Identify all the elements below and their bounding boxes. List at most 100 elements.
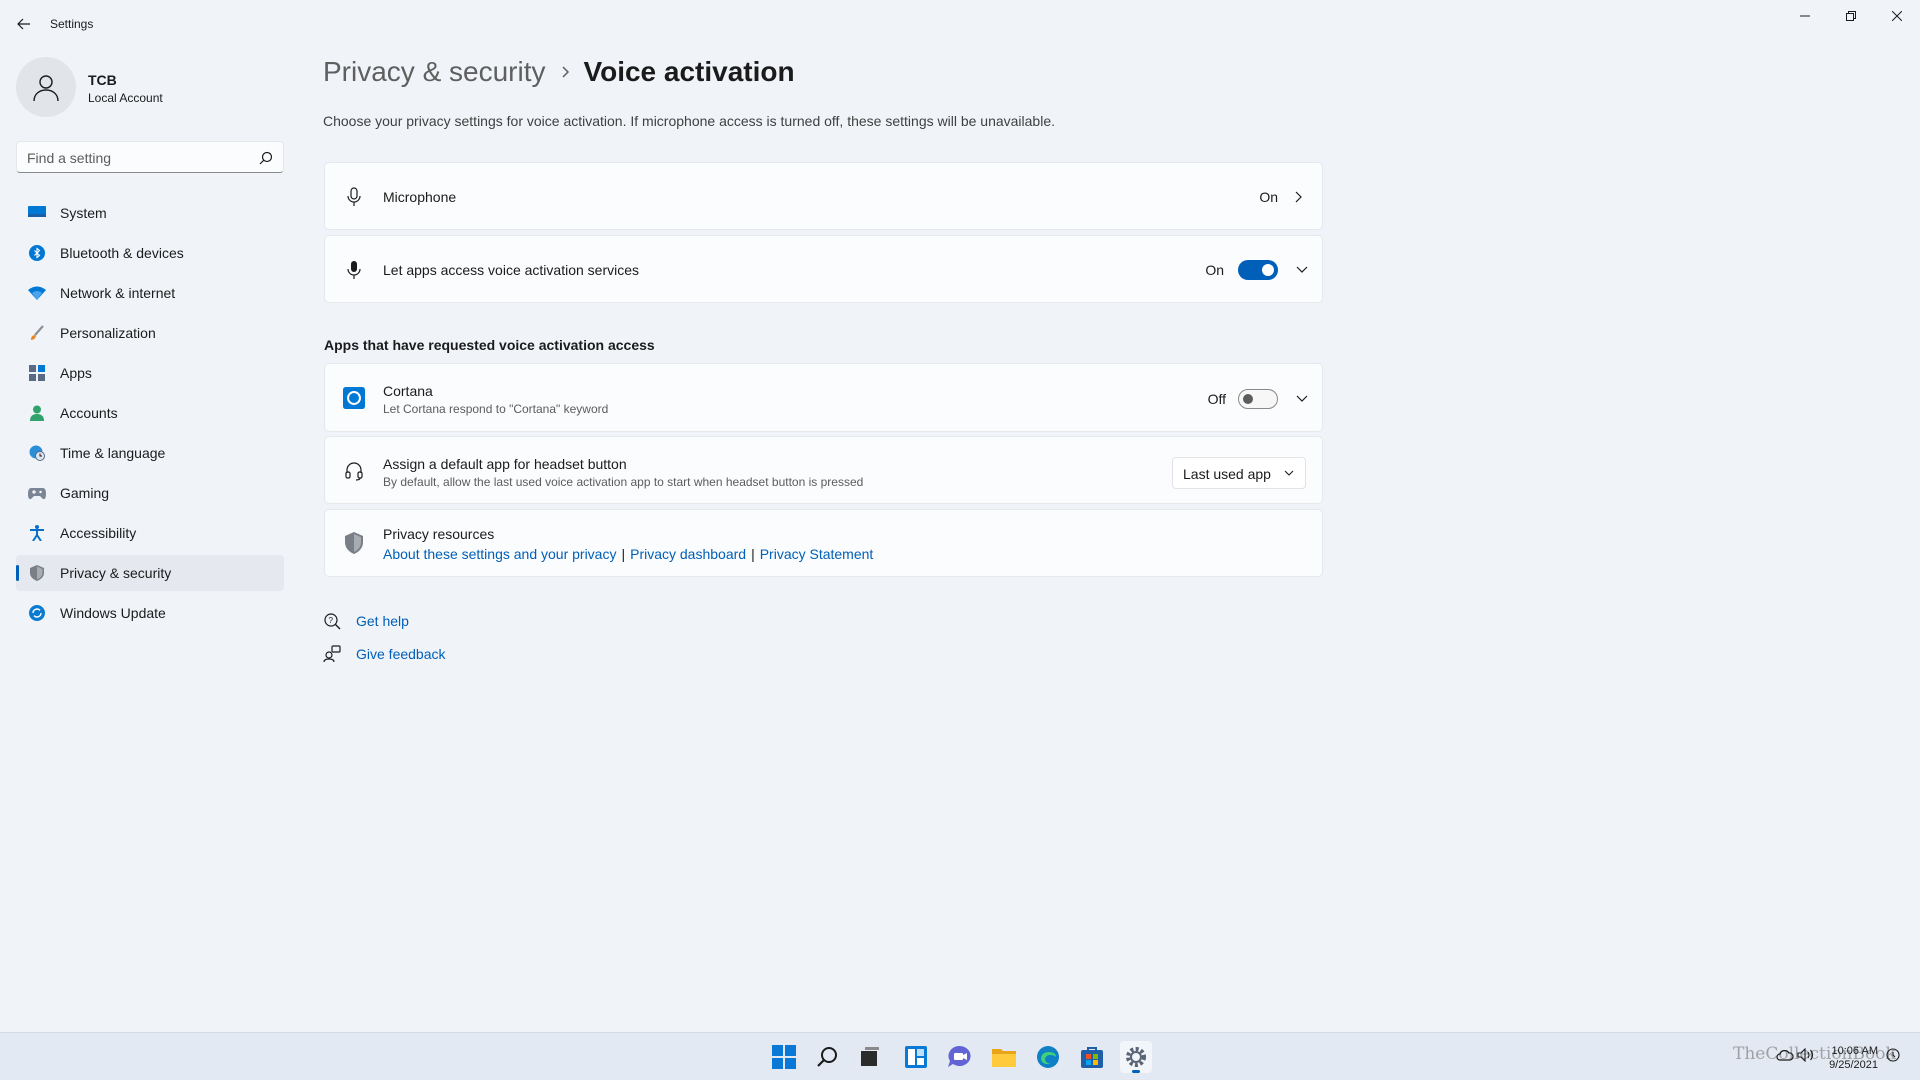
settings-icon[interactable] (1120, 1041, 1152, 1073)
toggle-knob (1243, 394, 1253, 404)
account-name: TCB (88, 72, 117, 88)
minimize-button[interactable] (1782, 0, 1828, 32)
search-box[interactable] (16, 141, 284, 173)
sidebar-item-system[interactable]: System (16, 195, 284, 231)
back-button[interactable] (12, 12, 36, 36)
sidebar-item-apps[interactable]: Apps (16, 355, 284, 391)
about-privacy-link[interactable]: About these settings and your privacy (383, 546, 616, 562)
voice-activation-card[interactable]: Let apps access voice activation service… (324, 235, 1323, 303)
cloud-icon[interactable] (1776, 1046, 1794, 1064)
file-explorer-icon[interactable] (988, 1041, 1020, 1073)
accessibility-icon (28, 524, 46, 542)
volume-icon[interactable] (1797, 1046, 1815, 1064)
notification-icon[interactable] (1884, 1046, 1902, 1064)
cortana-icon (343, 387, 365, 409)
shield-icon (28, 564, 46, 582)
sidebar-item-personalization[interactable]: Personalization (16, 315, 284, 351)
svg-text:?: ? (329, 616, 334, 625)
sidebar-item-accounts[interactable]: Accounts (16, 395, 284, 431)
sidebar-item-gaming[interactable]: Gaming (16, 475, 284, 511)
gamepad-icon (28, 484, 46, 502)
toggle-knob (1262, 264, 1274, 276)
system-icon (28, 204, 46, 222)
sidebar-item-label: Privacy & security (60, 565, 172, 581)
store-icon[interactable] (1076, 1041, 1108, 1073)
chevron-down-icon[interactable] (1294, 262, 1310, 278)
get-help-link[interactable]: Get help (356, 613, 409, 629)
chevron-right-icon (1290, 189, 1306, 205)
voice-activation-toggle[interactable] (1238, 260, 1278, 280)
get-help-row[interactable]: ? Get help (323, 611, 409, 631)
give-feedback-link[interactable]: Give feedback (356, 646, 446, 662)
close-button[interactable] (1874, 0, 1920, 32)
page-title: Voice activation (583, 56, 795, 87)
headset-app-dropdown[interactable]: Last used app (1172, 457, 1306, 489)
voice-activation-title: Let apps access voice activation service… (383, 262, 640, 278)
widgets-icon[interactable] (900, 1041, 932, 1073)
wifi-icon (28, 284, 46, 302)
help-icon: ? (323, 612, 341, 630)
headset-subtitle: By default, allow the last used voice ac… (383, 475, 864, 489)
sidebar-item-network[interactable]: Network & internet (16, 275, 284, 311)
chevron-down-icon[interactable] (1294, 391, 1310, 407)
back-arrow-icon (17, 18, 30, 30)
sidebar-item-accessibility[interactable]: Accessibility (16, 515, 284, 551)
voice-activation-state: On (1205, 262, 1224, 278)
sidebar-item-label: Gaming (60, 485, 110, 501)
globe-clock-icon (28, 444, 46, 462)
settings-window: Settings TCB Local Account System Blueto… (0, 0, 1920, 1032)
account-type: Local Account (88, 91, 163, 105)
app-title: Settings (50, 17, 94, 31)
start-icon[interactable] (768, 1041, 800, 1073)
restore-button[interactable] (1828, 0, 1874, 32)
sidebar-item-label: Windows Update (60, 605, 166, 621)
privacy-statement-link[interactable]: Privacy Statement (760, 546, 874, 562)
privacy-resources-card: Privacy resources About these settings a… (324, 509, 1323, 577)
feedback-icon (323, 645, 341, 663)
sidebar-item-time-language[interactable]: Time & language (16, 435, 284, 471)
privacy-resources-title: Privacy resources (383, 526, 495, 542)
restore-icon (1846, 11, 1856, 21)
avatar[interactable] (16, 57, 76, 117)
sidebar-item-windows-update[interactable]: Windows Update (16, 595, 284, 631)
bluetooth-icon (28, 244, 46, 262)
cortana-card[interactable]: Cortana Let Cortana respond to "Cortana"… (324, 363, 1323, 432)
shield-icon (343, 532, 365, 554)
give-feedback-row[interactable]: Give feedback (323, 644, 446, 664)
search-icon (259, 151, 273, 165)
task-view-icon[interactable] (854, 1041, 886, 1073)
chevron-down-icon (1284, 470, 1294, 476)
sidebar-nav: System Bluetooth & devices Network & int… (16, 195, 284, 635)
sidebar-item-label: Personalization (60, 325, 156, 341)
microphone-state: On (1259, 189, 1278, 205)
update-icon (28, 604, 46, 622)
apps-icon (28, 364, 46, 382)
breadcrumb-parent[interactable]: Privacy & security (323, 56, 546, 88)
sidebar-item-label: Time & language (60, 445, 166, 461)
sidebar-item-bluetooth[interactable]: Bluetooth & devices (16, 235, 284, 271)
microphone-title: Microphone (383, 189, 457, 205)
brush-icon (28, 324, 46, 342)
sidebar-item-label: Accessibility (60, 525, 137, 541)
search-input[interactable] (27, 148, 247, 168)
page-description: Choose your privacy settings for voice a… (323, 113, 1056, 129)
privacy-dashboard-link[interactable]: Privacy dashboard (630, 546, 746, 562)
microphone-card[interactable]: Microphone On (324, 162, 1323, 230)
close-icon (1892, 11, 1902, 21)
headset-icon (343, 460, 365, 482)
chat-icon[interactable] (944, 1041, 976, 1073)
clock[interactable]: 10:06 AM 9/25/2021 (1820, 1044, 1878, 1072)
cortana-toggle[interactable] (1238, 389, 1278, 409)
sidebar-item-label: Bluetooth & devices (60, 245, 184, 261)
taskbar (0, 1032, 1920, 1080)
dropdown-value: Last used app (1183, 466, 1271, 482)
clock-time: 10:06 AM (1831, 1045, 1878, 1057)
clock-date: 9/25/2021 (1829, 1059, 1878, 1071)
cortana-subtitle: Let Cortana respond to "Cortana" keyword (383, 402, 609, 416)
edge-icon[interactable] (1032, 1041, 1064, 1073)
link-separator: | (751, 546, 755, 562)
search-icon[interactable] (812, 1041, 844, 1073)
sidebar-item-privacy-security[interactable]: Privacy & security (16, 555, 284, 591)
voice-activation-icon (343, 259, 365, 281)
chevron-right-icon (560, 66, 570, 78)
